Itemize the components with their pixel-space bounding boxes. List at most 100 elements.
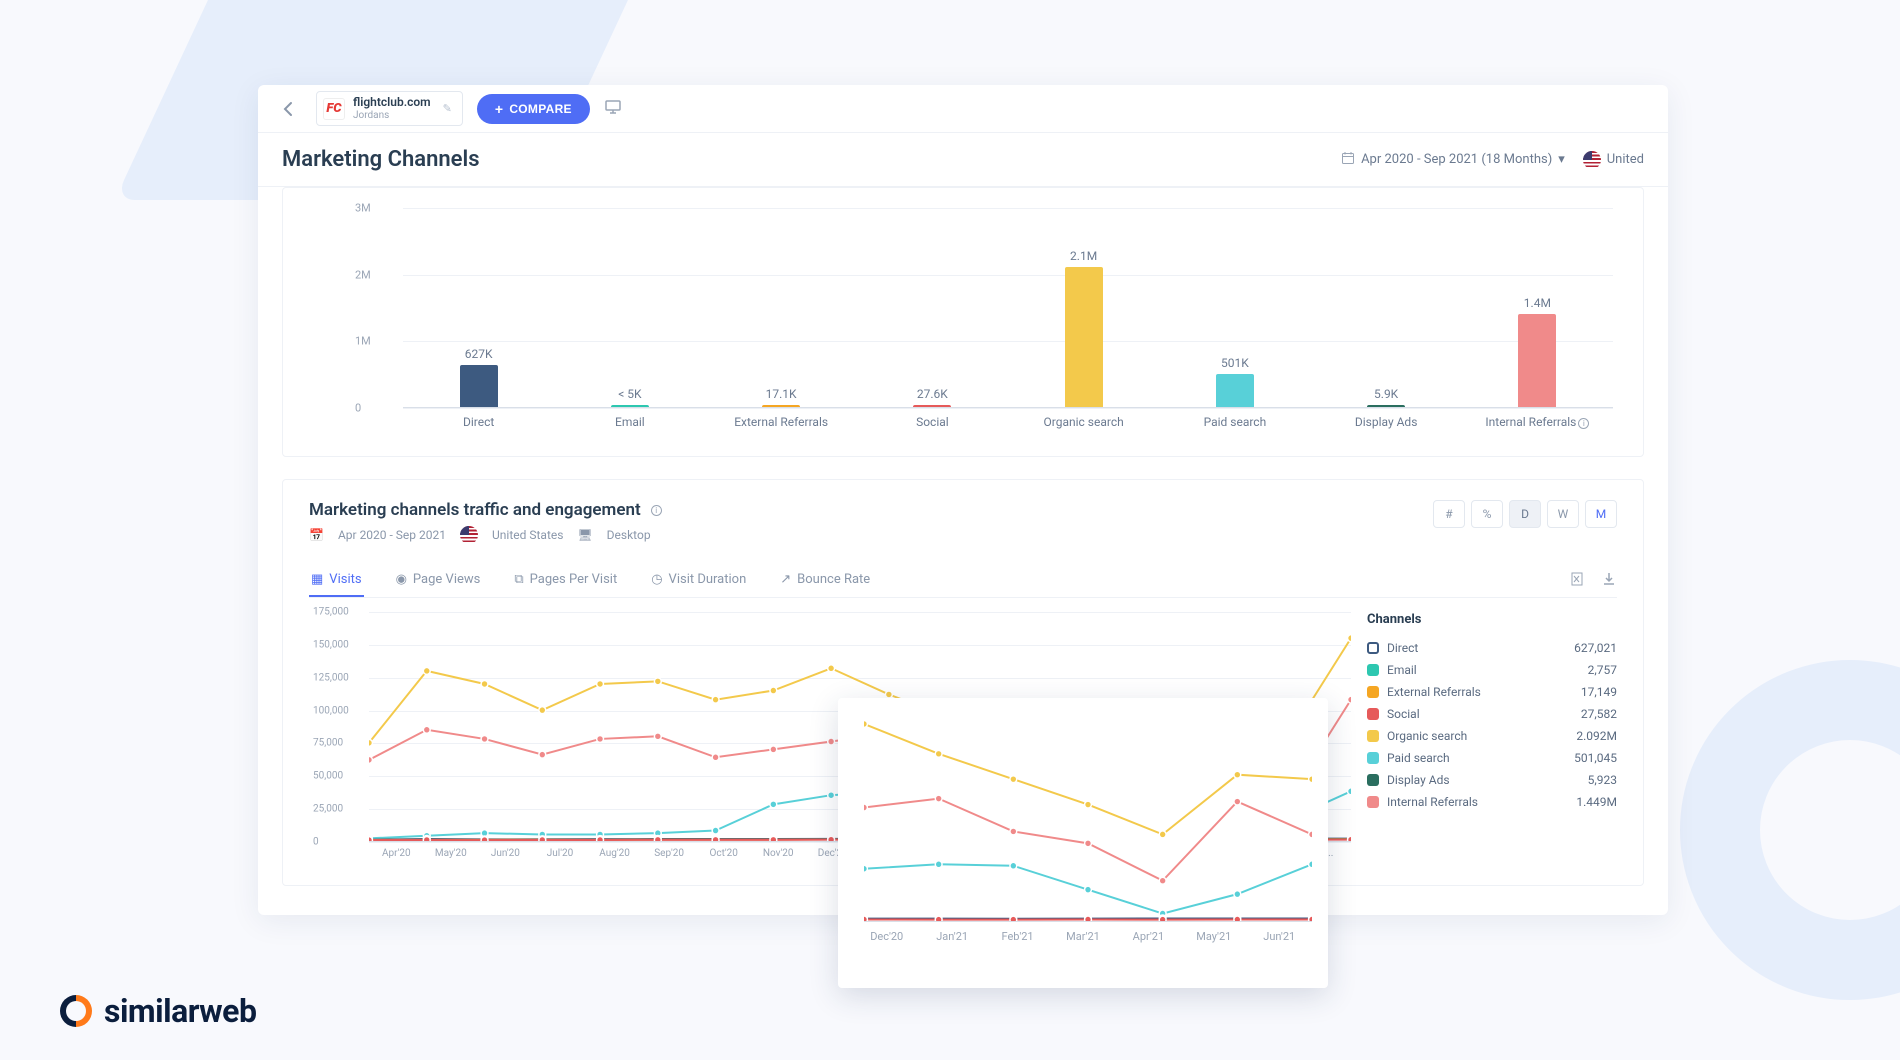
legend-name: Email xyxy=(1387,663,1417,677)
brand-name: similarweb xyxy=(104,992,256,1030)
tab-visit-duration[interactable]: ◷ Visit Duration xyxy=(649,564,748,597)
us-flag-icon xyxy=(460,526,478,544)
calendar-icon: ▦ xyxy=(311,572,323,587)
legend-item[interactable]: Direct 627,021 xyxy=(1367,637,1617,659)
legend-name: Social xyxy=(1387,707,1420,721)
engagement-meta: 📅 Apr 2020 - Sep 2021 United States 🖥 De… xyxy=(309,526,662,544)
desktop-icon: 🖥 xyxy=(577,528,592,542)
tab-bounce-rate[interactable]: ↗ Bounce Rate xyxy=(778,564,872,597)
legend-value: 501,045 xyxy=(1574,751,1617,765)
bar-category-label: Social xyxy=(916,415,949,429)
bar-category-label: External Referrals xyxy=(734,415,828,429)
country-picker[interactable]: United xyxy=(1583,151,1644,169)
compare-button[interactable]: + COMPARE xyxy=(477,94,590,124)
plus-icon: + xyxy=(495,101,503,117)
legend-value: 5,923 xyxy=(1588,773,1617,787)
toggle-pct[interactable]: % xyxy=(1471,500,1503,528)
legend-item[interactable]: Organic search 2.092M xyxy=(1367,725,1617,747)
toggle-daily[interactable]: D xyxy=(1509,500,1541,528)
bar[interactable] xyxy=(1367,405,1405,407)
clock-icon: ◷ xyxy=(651,572,662,587)
toggle-hash[interactable]: # xyxy=(1433,500,1465,528)
legend-item[interactable]: Paid search 501,045 xyxy=(1367,747,1617,769)
tab-label: Visit Duration xyxy=(669,572,747,587)
legend-item[interactable]: External Referrals17,149 xyxy=(1367,681,1617,703)
tab-label: Bounce Rate xyxy=(797,572,870,587)
legend-swatch xyxy=(1367,686,1379,698)
bar[interactable] xyxy=(1216,374,1254,407)
bar[interactable] xyxy=(1065,267,1103,407)
legend-swatch xyxy=(1367,642,1379,654)
similarweb-mark-icon xyxy=(60,995,92,1027)
bar-value-label: 27.6K xyxy=(917,387,948,401)
us-flag-icon xyxy=(1583,151,1601,169)
bar[interactable] xyxy=(1518,314,1556,407)
legend-swatch xyxy=(1367,752,1379,764)
legend-value: 2,757 xyxy=(1588,663,1617,677)
bar-value-label: 1.4M xyxy=(1524,296,1551,310)
pages-icon: ⧉ xyxy=(514,572,523,587)
bar-value-label: 2.1M xyxy=(1070,249,1097,263)
site-logo: FC xyxy=(323,98,345,120)
legend-name: Organic search xyxy=(1387,729,1467,743)
trend-icon: ↗ xyxy=(780,572,791,587)
excel-export-icon[interactable] xyxy=(1571,571,1587,591)
bar-value-label: 627K xyxy=(465,347,493,361)
bar-value-label: 5.9K xyxy=(1374,387,1398,401)
legend-item[interactable]: Internal Referrals1.449M xyxy=(1367,791,1617,813)
site-domain: flightclub.com xyxy=(353,96,431,109)
bar[interactable] xyxy=(913,405,951,407)
date-range-picker[interactable]: Apr 2020 - Sep 2021 (18 Months) ▾ xyxy=(1341,151,1565,169)
tab-pageviews[interactable]: ◉Page Views xyxy=(394,564,483,597)
site-category: Jordans xyxy=(353,110,431,121)
tab-label: Visits xyxy=(329,572,361,587)
legend-name: Direct xyxy=(1387,641,1418,655)
legend-value: 2.092M xyxy=(1576,729,1617,743)
calendar-icon xyxy=(1341,151,1355,169)
info-icon[interactable]: i xyxy=(651,505,662,516)
legend-item[interactable]: Email 2,757 xyxy=(1367,659,1617,681)
date-range-label: Apr 2020 - Sep 2021 (18 Months) xyxy=(1361,152,1552,167)
tab-visits[interactable]: ▦ Visits xyxy=(309,564,364,597)
bar-category-label: Display Ads xyxy=(1355,415,1418,429)
presentation-icon[interactable] xyxy=(604,98,622,120)
bar[interactable] xyxy=(762,405,800,407)
bar[interactable] xyxy=(611,405,649,407)
page-title: Marketing Channels xyxy=(282,147,480,172)
legend-value: 627,021 xyxy=(1574,641,1617,655)
bar-category-label: Email xyxy=(615,415,645,429)
bar-chart-card: 01M2M3M627KDirect< 5KEmail17.1KExternal … xyxy=(282,187,1644,457)
legend-name: Paid search xyxy=(1387,751,1450,765)
back-button[interactable] xyxy=(276,96,302,122)
legend-swatch xyxy=(1367,796,1379,808)
site-chip[interactable]: FC flightclub.com Jordans ✎ xyxy=(316,91,463,125)
channels-legend: Channels Direct627,021Email2,757External… xyxy=(1367,612,1617,859)
view-toggles: # % D W M xyxy=(1433,500,1617,528)
legend-swatch xyxy=(1367,730,1379,742)
bar-category-label: Direct xyxy=(463,415,494,429)
toggle-monthly[interactable]: M xyxy=(1585,500,1617,528)
tab-label: Page Views xyxy=(413,572,480,587)
channels-bar-chart: 01M2M3M627KDirect< 5KEmail17.1KExternal … xyxy=(403,208,1613,408)
download-icon[interactable] xyxy=(1601,571,1617,591)
bar-value-label: 501K xyxy=(1221,356,1249,370)
chevron-down-icon: ▾ xyxy=(1558,152,1565,167)
legend-name: External Referrals xyxy=(1387,685,1481,699)
bar-category-label: Organic search xyxy=(1044,415,1124,429)
topbar: FC flightclub.com Jordans ✎ + COMPARE xyxy=(258,85,1668,133)
legend-name: Display Ads xyxy=(1387,773,1450,787)
legend-swatch xyxy=(1367,708,1379,720)
toggle-weekly[interactable]: W xyxy=(1547,500,1579,528)
legend-value: 1.449M xyxy=(1576,795,1617,809)
legend-item[interactable]: Social27,582 xyxy=(1367,703,1617,725)
meta-date: Apr 2020 - Sep 2021 xyxy=(338,528,446,542)
calendar-icon: 📅 xyxy=(309,528,324,542)
tab-pages-per-visit[interactable]: ⧉Pages Per Visit xyxy=(512,564,619,597)
legend-item[interactable]: Display Ads 5,923 xyxy=(1367,769,1617,791)
legend-swatch xyxy=(1367,664,1379,676)
background-shape xyxy=(1680,660,1900,1000)
pencil-icon[interactable]: ✎ xyxy=(443,102,452,115)
bar[interactable] xyxy=(460,365,498,407)
engagement-title: Marketing channels traffic and engagemen… xyxy=(309,500,641,520)
subheader: Marketing Channels Apr 2020 - Sep 2021 (… xyxy=(258,133,1668,187)
